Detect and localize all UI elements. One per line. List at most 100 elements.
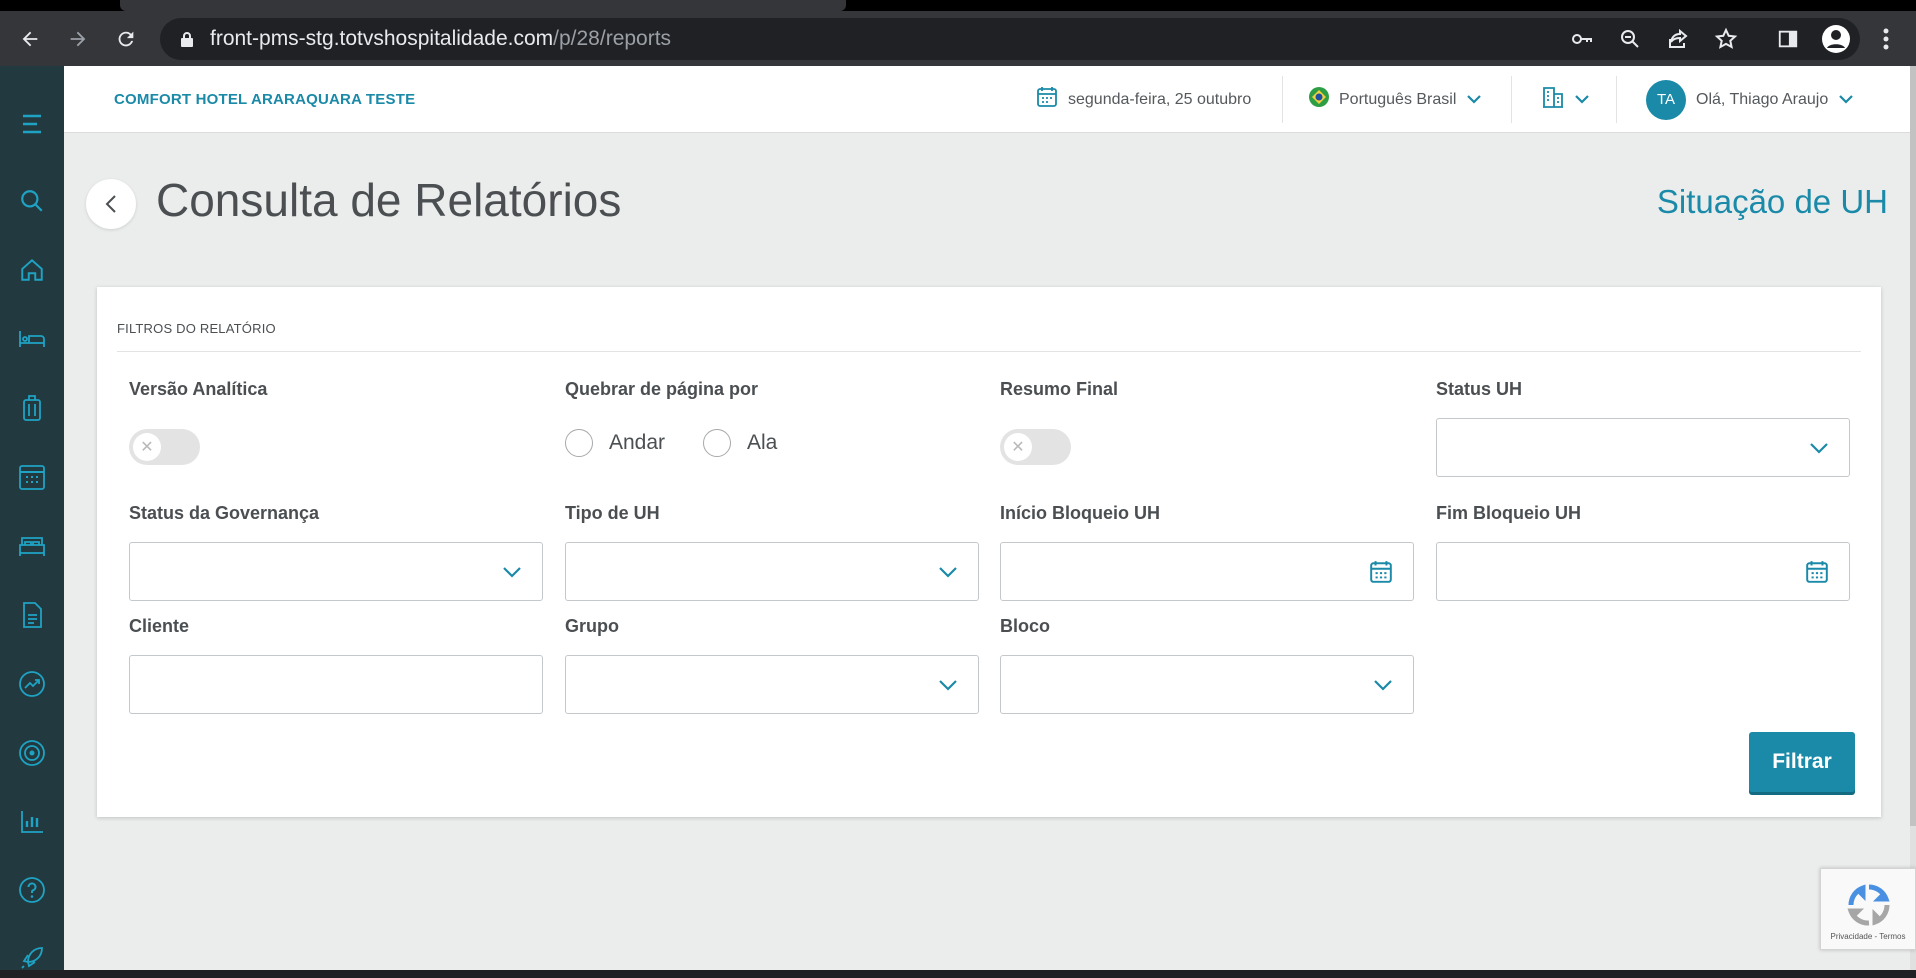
versao-analitica-toggle[interactable]: ✕ bbox=[129, 429, 200, 465]
bloco-label: Bloco bbox=[1000, 616, 1051, 636]
radio-ala[interactable]: Ala bbox=[703, 429, 777, 457]
language-label: Português Brasil bbox=[1339, 90, 1457, 108]
quebrar-pagina-label: Quebrar de página por bbox=[565, 379, 759, 399]
reload-icon[interactable] bbox=[106, 11, 146, 66]
fim-bloqueio-label: Fim Bloqueio UH bbox=[1436, 503, 1581, 523]
report-name: Situação de UH bbox=[1656, 183, 1888, 220]
brazil-flag-icon bbox=[1309, 87, 1329, 112]
chevron-down-icon bbox=[938, 656, 958, 713]
forward-arrow-icon[interactable] bbox=[58, 11, 98, 66]
tipo-uh-label: Tipo de UH bbox=[565, 503, 660, 523]
inicio-bloqueio-date-input[interactable] bbox=[1000, 542, 1414, 601]
recaptcha-icon bbox=[1847, 884, 1890, 926]
back-arrow-icon[interactable] bbox=[10, 11, 50, 66]
menu-icon[interactable] bbox=[0, 104, 64, 144]
header-divider bbox=[1282, 76, 1283, 123]
recaptcha-text[interactable]: Privacidade - Termos bbox=[1821, 932, 1915, 941]
user-menu[interactable]: TA Olá, Thiago Araujo bbox=[1646, 66, 1854, 133]
fim-bloqueio-date-input[interactable] bbox=[1436, 542, 1850, 601]
bloco-select[interactable] bbox=[1000, 655, 1414, 714]
scrollbar-thumb[interactable] bbox=[1910, 66, 1916, 826]
url-path: /p/28/reports bbox=[553, 27, 672, 50]
bed-icon[interactable] bbox=[0, 319, 64, 359]
radio-andar-label: Andar bbox=[609, 431, 666, 454]
home-icon[interactable] bbox=[0, 250, 64, 290]
cliente-label: Cliente bbox=[129, 616, 190, 636]
bar-chart-icon[interactable] bbox=[0, 802, 64, 842]
target-icon[interactable] bbox=[0, 733, 64, 773]
section-title: FILTROS DO RELATÓRIO bbox=[117, 321, 276, 336]
profile-icon[interactable] bbox=[1816, 11, 1856, 66]
chevron-down-icon bbox=[1373, 656, 1393, 713]
status-uh-select[interactable] bbox=[1436, 418, 1850, 477]
chevron-left-icon bbox=[105, 195, 116, 213]
search-icon[interactable] bbox=[0, 181, 64, 221]
resumo-final-toggle[interactable]: ✕ bbox=[1000, 429, 1071, 465]
versao-analitica-label: Versão Analítica bbox=[129, 379, 268, 399]
radio-ala-label: Ala bbox=[747, 431, 778, 454]
status-uh-label: Status UH bbox=[1436, 379, 1523, 399]
scrollbar[interactable] bbox=[1910, 66, 1916, 970]
browser-toolbar: front-pms-stg.totvshospitalidade.com/p/2… bbox=[0, 11, 1916, 66]
chevron-down-icon bbox=[502, 543, 522, 600]
url-host: front-pms-stg.totvshospitalidade.com bbox=[210, 27, 554, 50]
tipo-uh-select[interactable] bbox=[565, 542, 979, 601]
cliente-input[interactable] bbox=[129, 655, 543, 714]
chevron-down-icon bbox=[938, 543, 958, 600]
double-bed-icon[interactable] bbox=[0, 526, 64, 566]
radio-button[interactable] bbox=[565, 429, 593, 457]
help-icon[interactable] bbox=[0, 870, 64, 910]
close-icon: ✕ bbox=[1004, 433, 1032, 461]
divider bbox=[117, 351, 1861, 352]
grupo-label: Grupo bbox=[565, 616, 619, 636]
chevron-down-icon bbox=[1838, 91, 1854, 109]
calendar-icon[interactable] bbox=[1805, 543, 1829, 600]
app-header: COMFORT HOTEL ARARAQUARA TESTE segunda-f… bbox=[64, 66, 1910, 133]
browser-active-tab[interactable] bbox=[120, 0, 846, 11]
calendar-icon[interactable] bbox=[1369, 543, 1393, 600]
status-governanca-select[interactable] bbox=[129, 542, 543, 601]
building-icon bbox=[1542, 86, 1564, 113]
sidebar bbox=[0, 66, 64, 970]
user-greeting: Olá, Thiago Araujo bbox=[1696, 90, 1829, 108]
address-bar[interactable]: front-pms-stg.totvshospitalidade.com/p/2… bbox=[160, 18, 1860, 60]
calendar-icon bbox=[1036, 86, 1058, 113]
kebab-menu-icon[interactable] bbox=[1866, 11, 1906, 66]
back-button[interactable] bbox=[86, 179, 136, 229]
chevron-down-icon bbox=[1466, 91, 1482, 109]
app-container: COMFORT HOTEL ARARAQUARA TESTE segunda-f… bbox=[0, 66, 1916, 970]
report-filters-card: FILTROS DO RELATÓRIO Versão Analítica ✕ … bbox=[97, 287, 1881, 817]
chart-trend-icon[interactable] bbox=[0, 664, 64, 704]
side-panel-icon[interactable] bbox=[1768, 11, 1808, 66]
hotel-name[interactable]: COMFORT HOTEL ARARAQUARA TESTE bbox=[114, 66, 415, 133]
rocket-icon[interactable] bbox=[0, 938, 64, 978]
chevron-down-icon bbox=[1574, 91, 1590, 109]
radio-button[interactable] bbox=[703, 429, 731, 457]
url-text[interactable]: front-pms-stg.totvshospitalidade.com/p/2… bbox=[210, 18, 671, 60]
document-icon[interactable] bbox=[0, 595, 64, 635]
date-display[interactable]: segunda-feira, 25 outubro bbox=[1036, 66, 1251, 133]
share-icon[interactable] bbox=[1666, 18, 1690, 60]
recaptcha-badge[interactable]: Privacidade - Termos bbox=[1820, 868, 1916, 950]
luggage-icon[interactable] bbox=[0, 388, 64, 428]
current-date: segunda-feira, 25 outubro bbox=[1068, 90, 1252, 108]
calendar-grid-icon[interactable] bbox=[0, 457, 64, 497]
bookmark-star-icon[interactable] bbox=[1714, 18, 1738, 60]
property-selector[interactable] bbox=[1542, 66, 1590, 133]
key-icon[interactable] bbox=[1570, 18, 1594, 60]
filter-button[interactable]: Filtrar bbox=[1749, 732, 1855, 792]
zoom-icon[interactable] bbox=[1618, 18, 1642, 60]
language-selector[interactable]: Português Brasil bbox=[1309, 66, 1482, 133]
inicio-bloqueio-label: Início Bloqueio UH bbox=[1000, 503, 1160, 523]
status-governanca-label: Status da Governança bbox=[129, 503, 320, 523]
radio-andar[interactable]: Andar bbox=[565, 429, 665, 457]
browser-tabstrip bbox=[0, 0, 1916, 11]
page-title: Consulta de Relatórios bbox=[156, 174, 622, 226]
lock-icon[interactable] bbox=[180, 18, 194, 60]
header-divider bbox=[1616, 76, 1617, 123]
avatar: TA bbox=[1646, 79, 1686, 120]
title-row: Consulta de Relatórios Situação de UH bbox=[64, 133, 1910, 243]
grupo-select[interactable] bbox=[565, 655, 979, 714]
chevron-down-icon bbox=[1809, 419, 1829, 476]
close-icon: ✕ bbox=[133, 433, 161, 461]
